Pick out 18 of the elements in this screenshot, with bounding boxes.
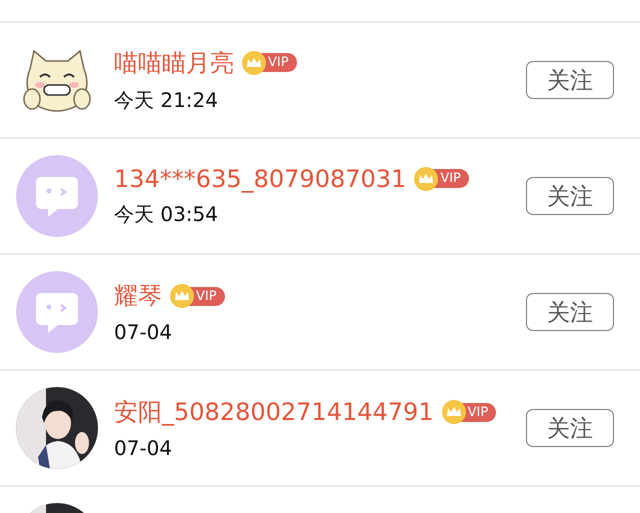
follow-button[interactable]: 关注 — [526, 293, 614, 331]
follow-button[interactable]: 关注 — [526, 61, 614, 99]
default-avatar-icon — [16, 271, 98, 353]
user-name[interactable]: 安阳_50828002714144791 — [114, 396, 434, 428]
follow-button[interactable]: 关注 — [526, 177, 614, 215]
user-name[interactable]: 134***635_8079087031 — [114, 164, 406, 192]
default-avatar-icon — [16, 155, 98, 237]
timestamp: 07-04 — [114, 436, 174, 460]
user-name[interactable]: 喵喵瞄月亮 — [114, 46, 234, 78]
crown-icon — [170, 284, 194, 308]
crown-icon — [242, 50, 266, 74]
crown-icon — [414, 166, 438, 190]
timestamp: 今天 21:24 — [114, 86, 219, 114]
follow-button[interactable]: 关注 — [526, 409, 614, 447]
user-name[interactable]: 耀琴 — [114, 280, 162, 312]
crown-icon — [442, 400, 466, 424]
timestamp: 07-04 — [114, 320, 174, 344]
timestamp: 今天 03:54 — [114, 200, 219, 228]
